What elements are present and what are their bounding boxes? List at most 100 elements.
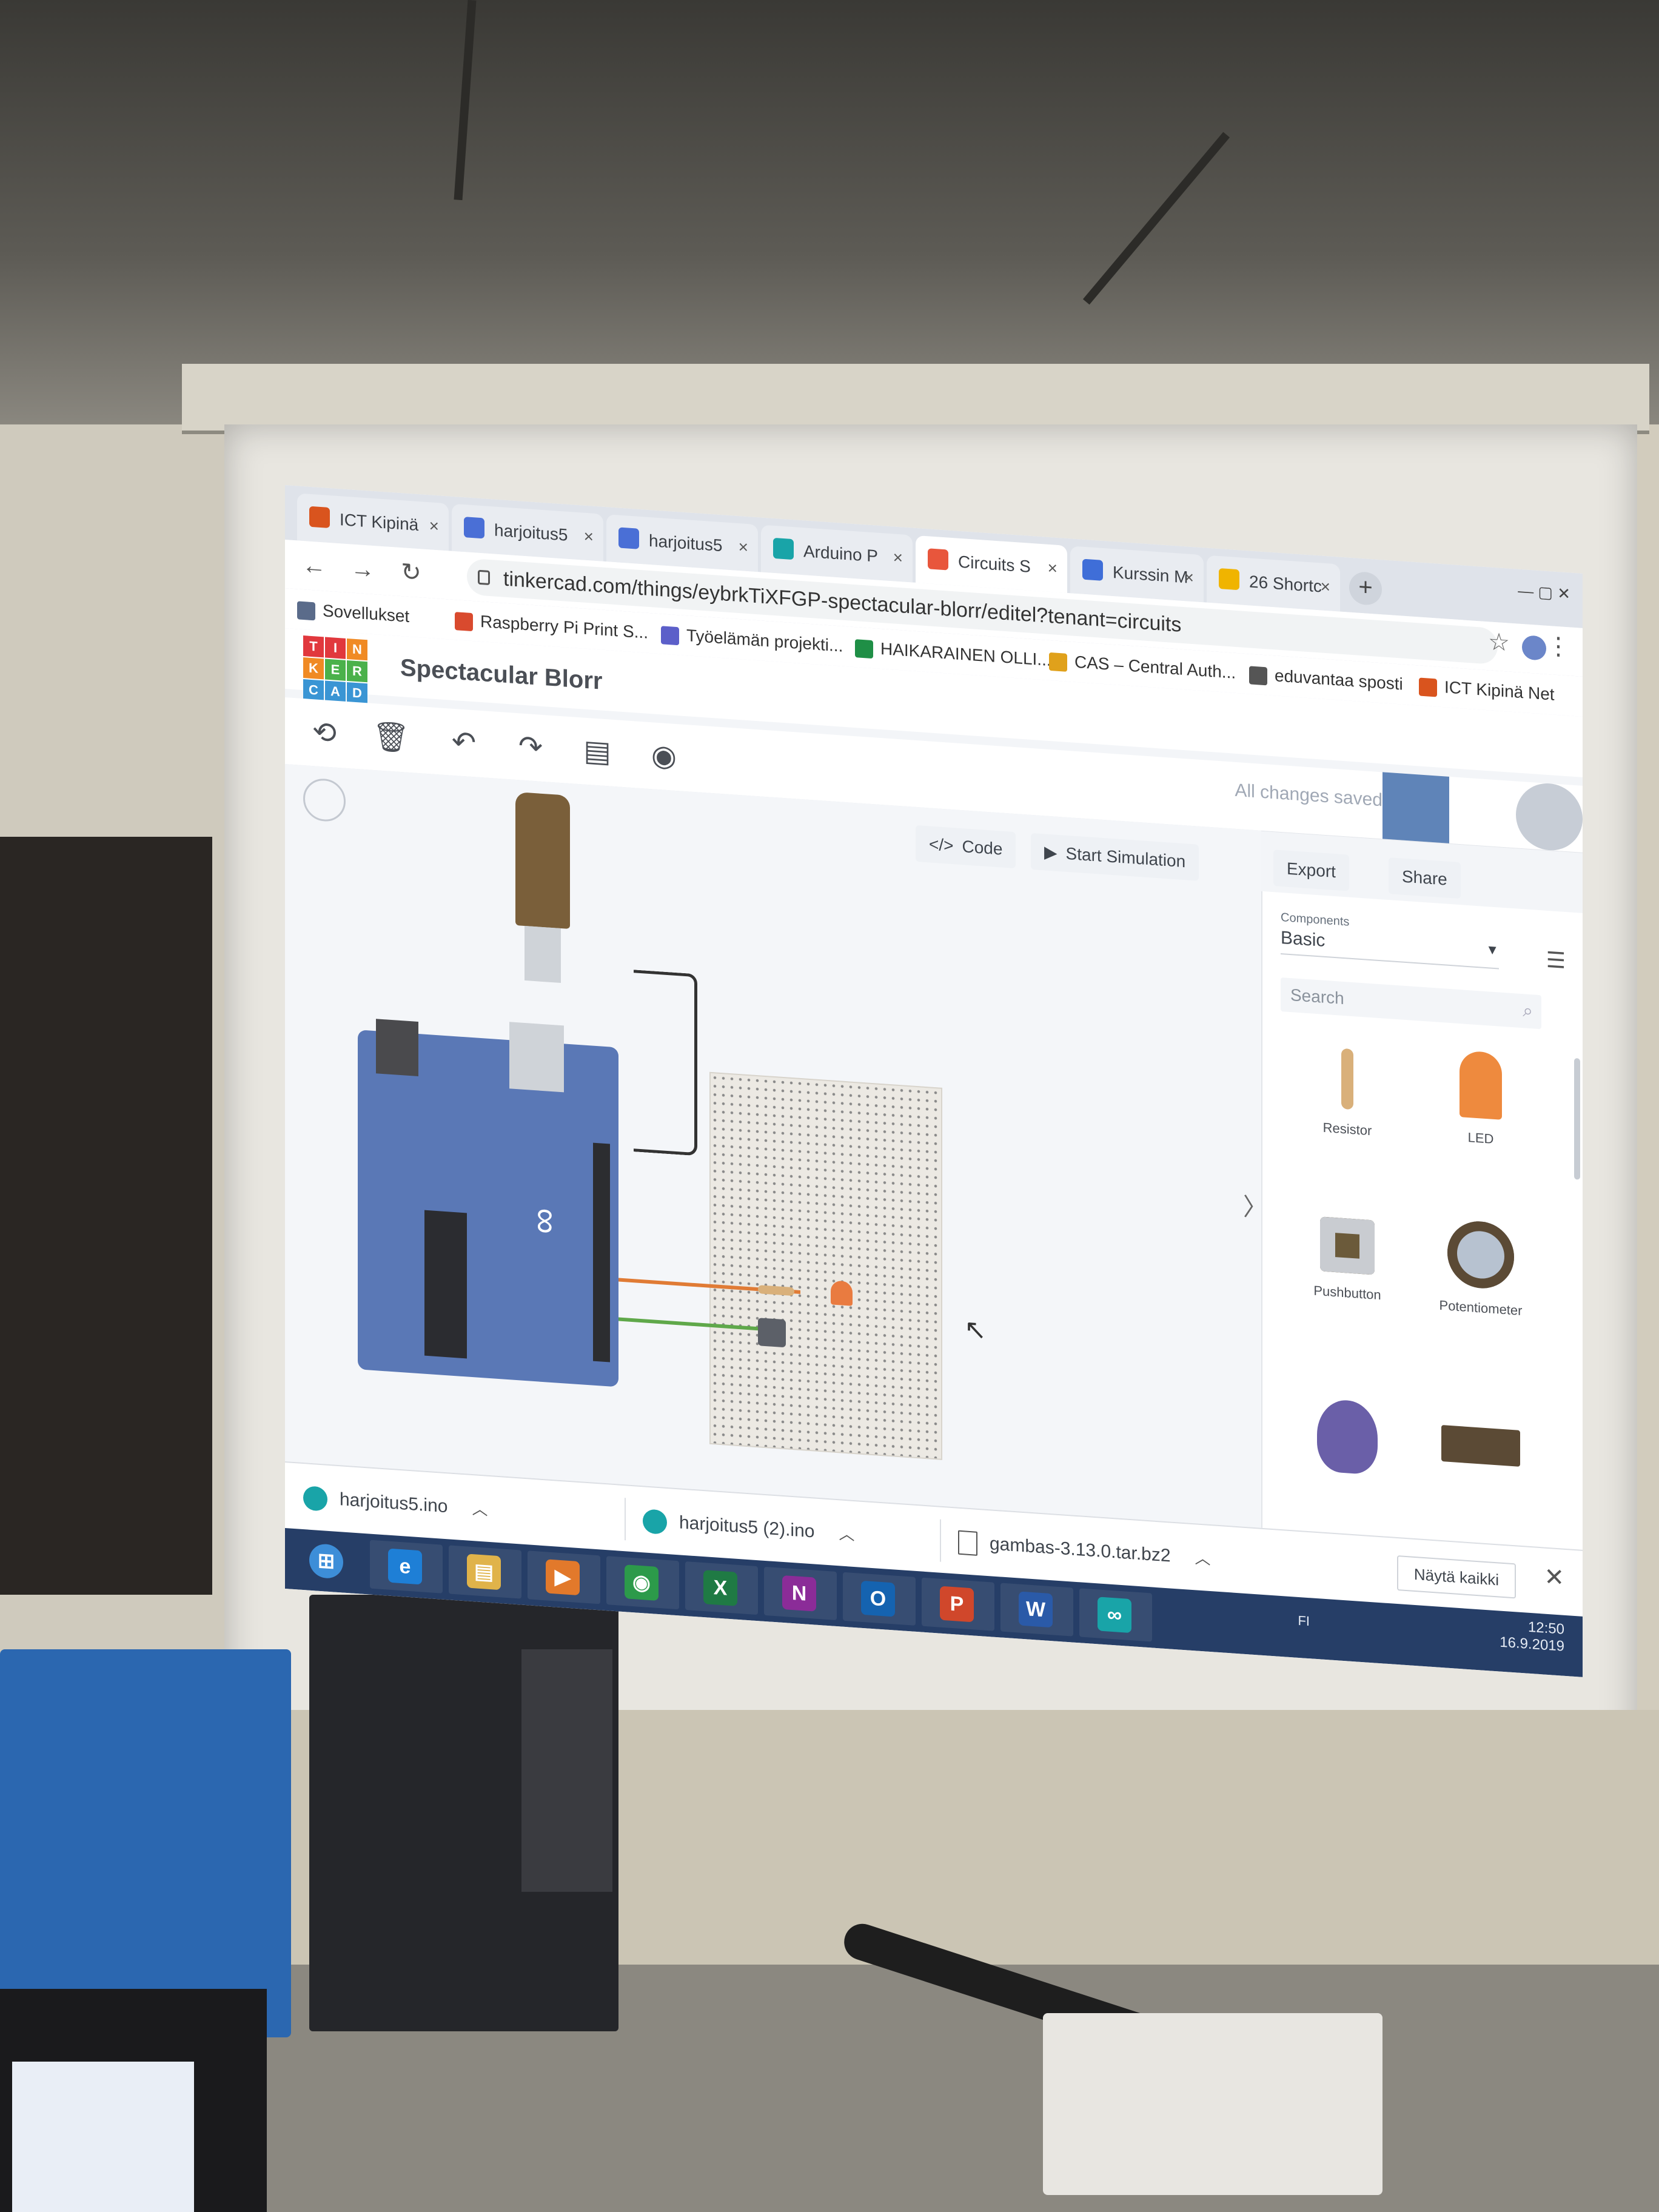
list-view-icon[interactable]: ☰: [1546, 947, 1566, 974]
power-supply-panel: [521, 1649, 612, 1892]
mouse-cursor-icon: ↖: [964, 1314, 987, 1346]
power-outlet: [1043, 2013, 1382, 2195]
taskbar-app[interactable]: P: [922, 1577, 994, 1631]
tab-close-icon[interactable]: ×: [1184, 554, 1194, 602]
apps-grid-icon: [297, 600, 315, 621]
tab-close-icon[interactable]: ×: [1321, 563, 1330, 611]
forward-arrow-icon[interactable]: →: [346, 551, 380, 588]
taskbar-app[interactable]: N: [764, 1566, 837, 1621]
pushbutton-component[interactable]: [758, 1318, 786, 1348]
browser-menu-icon[interactable]: ⋮: [1546, 632, 1570, 662]
divider: [625, 1498, 626, 1541]
tab-close-icon[interactable]: ×: [893, 534, 903, 581]
play-icon: ▶: [1044, 842, 1057, 862]
outlook-icon: O: [861, 1580, 895, 1617]
tab-close-icon[interactable]: ×: [739, 523, 748, 571]
tab-favicon-icon: [309, 506, 330, 529]
component-pushbutton[interactable]: Pushbutton: [1287, 1215, 1408, 1305]
redo-icon[interactable]: ↷: [509, 725, 552, 770]
delete-icon[interactable]: 🗑: [370, 716, 412, 761]
share-button[interactable]: Share: [1389, 857, 1461, 899]
project-title[interactable]: Spectacular Blorr: [400, 654, 602, 695]
components-category-select[interactable]: Basic ▼: [1281, 927, 1499, 970]
view-toggle-icon[interactable]: ◉: [643, 734, 685, 779]
tab-close-icon[interactable]: ×: [429, 502, 439, 550]
browser-tab[interactable]: 26 Shortc ×: [1207, 555, 1340, 612]
led-component[interactable]: [831, 1280, 853, 1306]
wire-black[interactable]: [634, 970, 697, 1156]
tab-label: ICT Kipinä: [340, 510, 419, 535]
clock-date[interactable]: 16.9.2019: [1500, 1634, 1564, 1655]
usb-port: [509, 1022, 564, 1093]
component-potentiometer[interactable]: Potentiometer: [1420, 1218, 1541, 1321]
browser-tab[interactable]: Kurssin M ×: [1070, 546, 1204, 603]
bookmark-star-icon[interactable]: ☆: [1488, 628, 1510, 657]
taskbar-app[interactable]: ▶: [528, 1550, 600, 1604]
new-tab-button[interactable]: +: [1349, 571, 1382, 606]
bookmark-item[interactable]: Sovellukset: [297, 589, 409, 637]
panel-scrollbar[interactable]: [1574, 1057, 1580, 1180]
language-indicator[interactable]: FI: [1298, 1613, 1310, 1629]
microcontroller-chip: [424, 1210, 467, 1359]
taskbar-app[interactable]: ◉: [606, 1556, 679, 1610]
rotate-icon[interactable]: ⟲: [303, 711, 346, 756]
components-search-input[interactable]: Search ⌕: [1281, 977, 1541, 1030]
taskbar-app[interactable]: e: [370, 1540, 443, 1594]
component-slide-switch[interactable]: [1420, 1424, 1541, 1481]
tinkercad-logo[interactable]: T I N K E R C A D: [303, 635, 370, 706]
profile-avatar[interactable]: [1522, 635, 1546, 661]
arduino-uno-board[interactable]: ∞: [358, 1019, 618, 1387]
usb-cable[interactable]: [515, 791, 570, 930]
tab-favicon-icon: [464, 517, 484, 539]
back-arrow-icon[interactable]: ←: [297, 548, 331, 584]
chevron-up-icon[interactable]: ︿: [472, 1500, 488, 1519]
undo-icon[interactable]: ↶: [443, 720, 485, 766]
file-icon: [958, 1530, 977, 1556]
show-all-downloads-button[interactable]: Näytä kaikki: [1396, 1555, 1516, 1599]
reload-icon[interactable]: ↻: [394, 554, 428, 591]
breadboard[interactable]: [709, 1071, 942, 1460]
code-button[interactable]: </> Code: [916, 825, 1016, 869]
taskbar-app[interactable]: O: [843, 1572, 916, 1626]
pushbutton-icon: [1320, 1216, 1375, 1275]
chevron-up-icon[interactable]: ︿: [839, 1524, 854, 1544]
bookmark-favicon-icon: [455, 611, 473, 631]
onenote-icon: N: [782, 1575, 816, 1612]
user-avatar[interactable]: [1516, 781, 1583, 853]
start-simulation-button[interactable]: ▶ Start Simulation: [1031, 833, 1199, 881]
laptop-screen: [12, 2062, 194, 2212]
component-resistor[interactable]: Resistor: [1287, 1045, 1408, 1142]
capacitor-icon: [1317, 1398, 1378, 1475]
bookmark-favicon-icon: [1419, 677, 1437, 697]
taskbar-app[interactable]: W: [1000, 1583, 1073, 1637]
chevron-up-icon[interactable]: ︿: [1195, 1549, 1211, 1568]
tab-favicon-icon: [773, 537, 794, 560]
internet-explorer-icon: e: [388, 1548, 422, 1585]
tab-close-icon[interactable]: ×: [1048, 545, 1057, 592]
usb-plug: [525, 925, 561, 984]
taskbar-app[interactable]: ▤: [449, 1545, 521, 1599]
taskbar-app[interactable]: X: [685, 1561, 758, 1615]
chrome-icon: ◉: [625, 1564, 659, 1601]
arduino-ide-icon: ∞: [1098, 1597, 1131, 1634]
start-button[interactable]: ⊞: [291, 1535, 364, 1588]
tab-label: Kurssin M: [1113, 563, 1188, 587]
close-icon[interactable]: ✕: [1544, 1563, 1564, 1592]
component-led[interactable]: LED: [1420, 1048, 1541, 1151]
component-capacitor[interactable]: [1287, 1396, 1408, 1490]
export-button[interactable]: Export: [1273, 850, 1349, 891]
tab-close-icon[interactable]: ×: [584, 513, 594, 561]
component-list-view-button[interactable]: [1449, 777, 1516, 848]
taskbar-app[interactable]: ∞: [1079, 1588, 1152, 1642]
circuit-canvas[interactable]: </> Code ▶ Start Simulation ∞ ↖ 〉: [285, 764, 1267, 1528]
windows-start-icon: ⊞: [309, 1543, 343, 1580]
tab-label: 26 Shortc: [1249, 572, 1322, 596]
system-tray: FI 12:50 16.9.2019: [1298, 1613, 1564, 1655]
window-controls[interactable]: — ▢ ✕: [1518, 581, 1570, 604]
components-category-label: Components: [1281, 910, 1350, 929]
notes-icon[interactable]: ▤: [576, 729, 618, 775]
zoom-to-fit-icon[interactable]: [303, 777, 346, 823]
bookmark-favicon-icon: [1249, 666, 1267, 686]
circuit-view-button[interactable]: [1382, 772, 1449, 843]
slide-switch-icon: [1441, 1425, 1520, 1467]
